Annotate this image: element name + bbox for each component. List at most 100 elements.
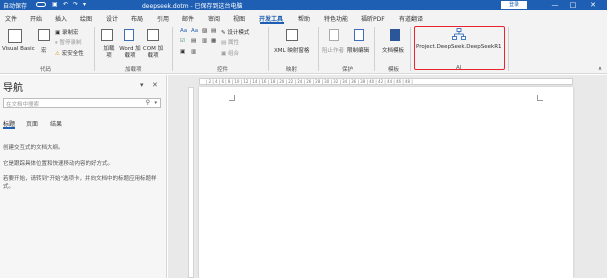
tab-view[interactable]: 视图 [233, 14, 245, 23]
block-authors-button: 阻止作者 [322, 48, 345, 54]
login-button[interactable]: 登录 [501, 1, 527, 9]
pause-recording-button: ⏸ 暂停录制 [55, 38, 82, 47]
group-label-addins: 加载项 [125, 67, 142, 73]
design-mode-button[interactable]: ✎ 设计模式 [221, 28, 249, 36]
close-button[interactable]: ✕ [586, 0, 600, 10]
repeating-section-control-icon[interactable]: ▥ [191, 49, 196, 55]
group-combine-label: 组合 [227, 51, 239, 57]
vertical-ruler[interactable] [188, 87, 194, 278]
tab-insert[interactable]: 插入 [55, 14, 67, 23]
checkbox-control-icon[interactable]: ☑ [180, 38, 185, 44]
com-addins-icon[interactable] [147, 29, 159, 41]
nav-pane-title: 导航 [3, 83, 23, 94]
document-area: | 2 | 4 | 6 | 8 | 10 | 12 | 14 | 16 | 18… [168, 75, 607, 278]
tab-layout[interactable]: 布局 [131, 14, 143, 23]
group-label-controls: 控件 [217, 67, 229, 73]
properties-icon: ▤ [221, 40, 228, 46]
group-separator [318, 27, 319, 71]
xml-mapping-icon[interactable] [286, 29, 298, 41]
tab-review[interactable]: 审阅 [208, 14, 220, 23]
group-combine-button: ▣ 组合 [221, 49, 239, 57]
word-addins-icon[interactable] [124, 29, 134, 41]
group-separator [410, 27, 411, 71]
macro-security-label: 宏安全性 [61, 51, 84, 57]
building-block-control-icon[interactable]: ▤ [211, 28, 216, 34]
record-icon: ▣ [55, 30, 62, 36]
date-picker-control-icon[interactable]: ▦ [211, 38, 216, 44]
autosave-toggle[interactable] [36, 2, 46, 7]
undo-icon[interactable]: ↶ [63, 1, 68, 8]
nav-active-tab-indicator [3, 127, 15, 129]
collapse-ribbon-icon[interactable]: ∧ [598, 66, 602, 72]
pause-recording-label: 暂停录制 [59, 40, 82, 46]
tab-foxit-pdf[interactable]: 福昕PDF [361, 14, 385, 23]
nav-options-icon[interactable]: ▾ [140, 81, 144, 89]
nav-search-input[interactable]: 在文档中搜索 ⚲ ▾ [3, 98, 161, 108]
record-macro-button[interactable]: ▣ 录制宏 [55, 28, 78, 36]
minimize-button[interactable]: — [548, 0, 562, 10]
tab-youdao[interactable]: 有道翻译 [399, 14, 423, 23]
tab-features[interactable]: 特色功能 [324, 14, 348, 23]
crop-mark [229, 95, 235, 101]
plain-text-control-icon[interactable]: Aa [191, 28, 198, 34]
ribbon: Visual Basic 宏 ▣ 录制宏 ⏸ 暂停录制 ⚠ 宏安全性 代码 加载… [0, 24, 607, 74]
visual-basic-button[interactable]: Visual Basic [2, 46, 35, 52]
tab-references[interactable]: 引用 [157, 14, 169, 23]
nav-close-icon[interactable]: ✕ [152, 81, 158, 89]
save-icon[interactable]: ▣ [52, 1, 58, 8]
record-macro-label: 录制宏 [61, 30, 79, 36]
tab-draw[interactable]: 绘图 [80, 14, 92, 23]
org-chart-icon[interactable] [452, 28, 466, 41]
maximize-button[interactable]: □ [566, 0, 580, 10]
group-label-mapping: 映射 [286, 67, 298, 73]
group-separator [508, 27, 509, 71]
macros-button[interactable]: 宏 [41, 46, 47, 54]
group-label-code: 代码 [40, 67, 52, 73]
restrict-editing-button[interactable]: 限制编辑 [347, 46, 369, 54]
com-addins-button[interactable]: COM 加载项 [141, 46, 165, 60]
group-separator [374, 27, 375, 71]
xml-mapping-pane-button[interactable]: XML 映射窗格 [274, 46, 309, 54]
redo-icon[interactable]: ↷ [73, 1, 78, 8]
tab-mailings[interactable]: 邮件 [182, 14, 194, 23]
group-separator [94, 27, 95, 71]
nav-tab-pages[interactable]: 页面 [26, 119, 38, 128]
document-template-icon[interactable] [390, 29, 400, 41]
rich-text-control-icon[interactable]: Aa [180, 28, 187, 34]
design-mode-label: 设计模式 [227, 30, 250, 36]
document-page[interactable] [199, 87, 573, 278]
group-separator [172, 27, 173, 71]
ribbon-tabs: 文件 开始 插入 绘图 设计 布局 引用 邮件 审阅 视图 开发工具 帮助 特色… [0, 10, 607, 33]
search-dropdown-icon[interactable]: ▾ [154, 100, 157, 106]
search-icon[interactable]: ⚲ [146, 99, 150, 106]
addins-icon[interactable] [101, 29, 113, 41]
word-addins-button[interactable]: Word 加载项 [119, 46, 141, 60]
macro-security-button[interactable]: ⚠ 宏安全性 [55, 49, 84, 57]
deepseek-r1-button[interactable]: Project.DeepSeek.DeepSeekR1 [416, 44, 502, 50]
tab-file[interactable]: 文件 [5, 14, 17, 23]
nav-tab-results[interactable]: 结果 [50, 119, 62, 128]
customize-qat-icon[interactable]: ▾ [83, 1, 86, 8]
combo-box-control-icon[interactable]: ▤ [191, 38, 196, 44]
legacy-tools-icon[interactable]: ▣ [180, 49, 185, 55]
tab-design[interactable]: 设计 [106, 14, 118, 23]
document-title: deepseek.dotm - 已保存到这台电脑 [142, 3, 243, 10]
tab-help[interactable]: 帮助 [298, 14, 310, 23]
tab-home[interactable]: 开始 [30, 14, 42, 23]
visual-basic-icon[interactable] [8, 29, 22, 43]
picture-control-icon[interactable]: ▨ [202, 28, 207, 34]
group-label-protect: 保护 [342, 67, 354, 73]
horizontal-ruler[interactable]: | 2 | 4 | 6 | 8 | 10 | 12 | 14 | 16 | 18… [199, 78, 573, 85]
crop-mark [537, 95, 543, 101]
macro-icon[interactable] [38, 29, 50, 41]
navigation-pane: 导航 ▾ ✕ 在文档中搜索 ⚲ ▾ 标题 页面 结果 创建交互式的文档大纲。 它… [0, 75, 167, 278]
document-template-button[interactable]: 文档模板 [382, 46, 404, 54]
autosave-label: 自动保存 [3, 3, 28, 10]
addins-button[interactable]: 加载项 [101, 46, 117, 60]
nav-search-placeholder: 在文档中搜索 [6, 102, 40, 108]
properties-label: 属性 [227, 40, 239, 46]
title-bar: 自动保存 ▣ ↶ ↷ ▾ deepseek.dotm - 已保存到这台电脑 登录… [0, 0, 607, 10]
restrict-editing-icon[interactable] [354, 29, 364, 41]
properties-button: ▤ 属性 [221, 38, 239, 46]
dropdown-control-icon[interactable]: ▥ [202, 38, 207, 44]
